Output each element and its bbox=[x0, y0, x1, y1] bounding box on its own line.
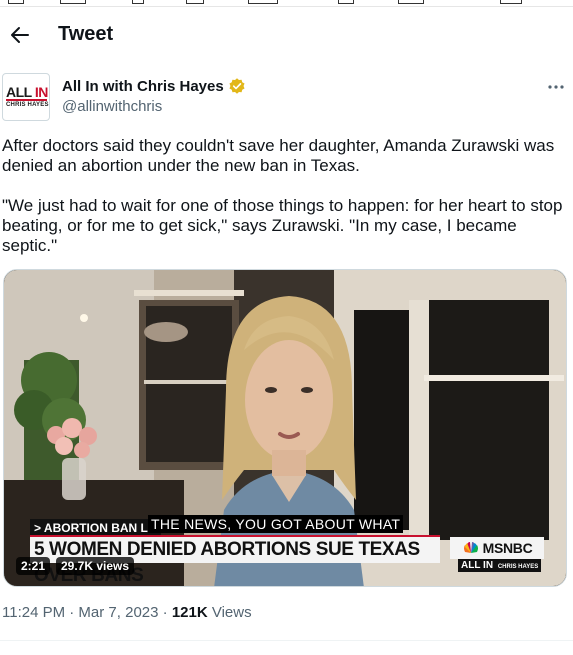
peacock-icon bbox=[463, 542, 478, 553]
tweet-timestamp[interactable]: 11:24 PM · Mar 7, 2023 · bbox=[2, 604, 172, 621]
tweet-meta: 11:24 PM · Mar 7, 2023 · 121K Views bbox=[2, 604, 252, 621]
network-name: MSNBC bbox=[482, 540, 533, 556]
author-handle[interactable]: @allinwithchris bbox=[62, 98, 162, 115]
show-host: CHRIS HAYES bbox=[497, 564, 539, 570]
divider bbox=[0, 640, 573, 641]
video-player[interactable]: > ABORTION BAN LA THE NEWS, YOU GOT ABOU… bbox=[3, 269, 567, 587]
avatar-logo-subtext: CHRIS HAYES bbox=[6, 102, 49, 108]
show-name: ALL IN bbox=[461, 560, 494, 571]
show-logo: ALL IN CHRIS HAYES bbox=[458, 559, 542, 572]
tweet-text: After doctors said they couldn't save he… bbox=[2, 136, 568, 276]
page-header: Tweet bbox=[0, 8, 573, 61]
tweet-views-label: Views bbox=[207, 604, 252, 621]
video-caption: THE NEWS, YOU GOT ABOUT WHAT bbox=[148, 515, 404, 533]
network-logo: MSNBC bbox=[450, 537, 544, 559]
avatar[interactable]: ALL IN CHRIS HAYES bbox=[2, 73, 50, 121]
tweet-paragraph: "We just had to wait for one of those th… bbox=[2, 196, 563, 255]
video-view-count: 29.7K views bbox=[56, 557, 135, 575]
tweet-author: ALL IN CHRIS HAYES All In with Chris Hay… bbox=[2, 73, 572, 123]
avatar-logo-rule bbox=[6, 99, 47, 101]
tweet-paragraph: After doctors said they couldn't save he… bbox=[2, 136, 555, 175]
more-dots-icon bbox=[548, 85, 564, 89]
video-duration: 2:21 bbox=[16, 557, 51, 575]
page-title: Tweet bbox=[58, 23, 114, 45]
verified-badge-icon bbox=[229, 78, 245, 94]
avatar-logo-text: ALL IN bbox=[6, 84, 48, 100]
author-name-link[interactable]: All In with Chris Hayes bbox=[62, 77, 246, 95]
tweet-views-count: 121K bbox=[171, 604, 208, 621]
more-options-button[interactable] bbox=[546, 77, 566, 97]
back-button[interactable] bbox=[0, 15, 40, 55]
browser-top-strip bbox=[0, 0, 573, 7]
author-name: All In with Chris Hayes bbox=[62, 77, 224, 95]
arrow-left-icon bbox=[11, 26, 29, 43]
